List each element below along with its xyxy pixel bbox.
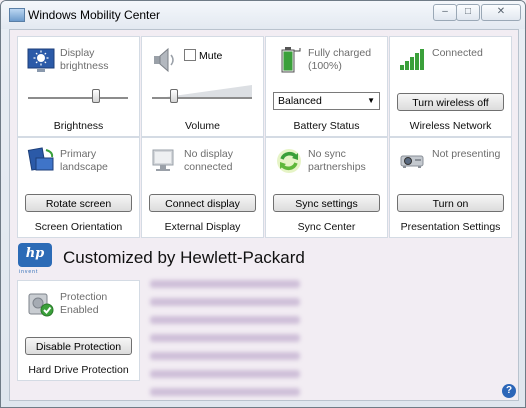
background-blur <box>150 270 300 400</box>
battery-label: Battery Status <box>293 120 360 132</box>
mute-checkbox[interactable]: Mute <box>184 49 222 62</box>
projector-icon <box>400 155 424 168</box>
external-display-label: External Display <box>164 221 241 233</box>
external-display-status: No display connected <box>184 148 234 173</box>
chevron-down-icon: ▼ <box>367 96 375 105</box>
help-icon[interactable]: ? <box>502 384 516 398</box>
sync-icon <box>277 149 301 173</box>
rotate-screen-icon <box>27 147 54 171</box>
mute-checkbox-box[interactable] <box>184 49 196 61</box>
power-plan-select[interactable]: Balanced ▼ <box>273 92 380 110</box>
presentation-label: Presentation Settings <box>400 221 501 233</box>
close-button[interactable]: ✕ <box>481 4 521 21</box>
volume-slider-thumb[interactable] <box>170 89 179 103</box>
brightness-icon <box>27 48 55 72</box>
tile-external-display: No display connected Connect display Ext… <box>141 137 264 238</box>
hp-section-title: Customized by Hewlett-Packard <box>63 248 305 267</box>
orientation-status: Primary landscape <box>60 148 108 173</box>
battery-icon <box>281 47 301 73</box>
disable-protection-button[interactable]: Disable Protection <box>25 337 132 355</box>
maximize-button[interactable]: □ <box>456 4 480 21</box>
presentation-status: Not presenting <box>432 148 501 160</box>
orientation-label: Screen Orientation <box>34 221 123 233</box>
tiles-area: Display brightness Brightness Mute Volum… <box>9 29 519 401</box>
tile-presentation: Not presenting Turn on Presentation Sett… <box>389 137 512 238</box>
battery-status: Fully charged (100%) <box>308 47 372 72</box>
tile-wireless: Connected Turn wireless off Wireless Net… <box>389 36 512 137</box>
speaker-icon <box>154 47 174 73</box>
volume-slider[interactable] <box>152 89 252 103</box>
brightness-slider[interactable] <box>28 89 128 103</box>
window-title: Windows Mobility Center <box>28 8 161 22</box>
rotate-screen-button[interactable]: Rotate screen <box>25 194 132 212</box>
turn-on-presentation-button[interactable]: Turn on <box>397 194 504 212</box>
mute-label: Mute <box>199 50 223 62</box>
hp-logo-tagline: invent <box>19 269 39 275</box>
brightness-status: Display brightness <box>60 47 109 72</box>
app-icon <box>9 8 25 22</box>
title-bar[interactable]: Windows Mobility Center – □ ✕ <box>1 1 525 29</box>
hp-logo: hp <box>18 243 52 267</box>
wireless-status: Connected <box>432 47 483 59</box>
turn-wireless-off-button[interactable]: Turn wireless off <box>397 93 504 111</box>
connect-display-button[interactable]: Connect display <box>149 194 256 212</box>
wireless-label: Wireless Network <box>409 120 492 132</box>
sync-status: No sync partnerships <box>308 148 366 173</box>
brightness-slider-thumb[interactable] <box>92 89 101 103</box>
hard-drive-protection-label: Hard Drive Protection <box>28 364 129 376</box>
sync-settings-button[interactable]: Sync settings <box>273 194 380 212</box>
tile-battery: Fully charged (100%) Balanced ▼ Battery … <box>265 36 388 137</box>
monitor-icon <box>152 149 174 171</box>
sync-center-label: Sync Center <box>297 221 356 233</box>
tile-hard-drive-protection: Protection Enabled Disable Protection Ha… <box>17 280 140 381</box>
hard-drive-protection-status: Protection Enabled <box>60 291 108 316</box>
tile-sync-center: No sync partnerships Sync settings Sync … <box>265 137 388 238</box>
tile-volume: Mute Volume <box>141 36 264 137</box>
tile-brightness: Display brightness Brightness <box>17 36 140 137</box>
tile-orientation: Primary landscape Rotate screen Screen O… <box>17 137 140 238</box>
minimize-button[interactable]: – <box>433 4 457 21</box>
hard-drive-shield-icon <box>28 293 54 317</box>
volume-label: Volume <box>184 120 221 132</box>
wireless-signal-icon <box>400 49 424 70</box>
brightness-label: Brightness <box>53 120 104 132</box>
power-plan-value: Balanced <box>278 95 322 107</box>
mobility-center-window: Windows Mobility Center – □ ✕ Display br… <box>0 0 526 408</box>
